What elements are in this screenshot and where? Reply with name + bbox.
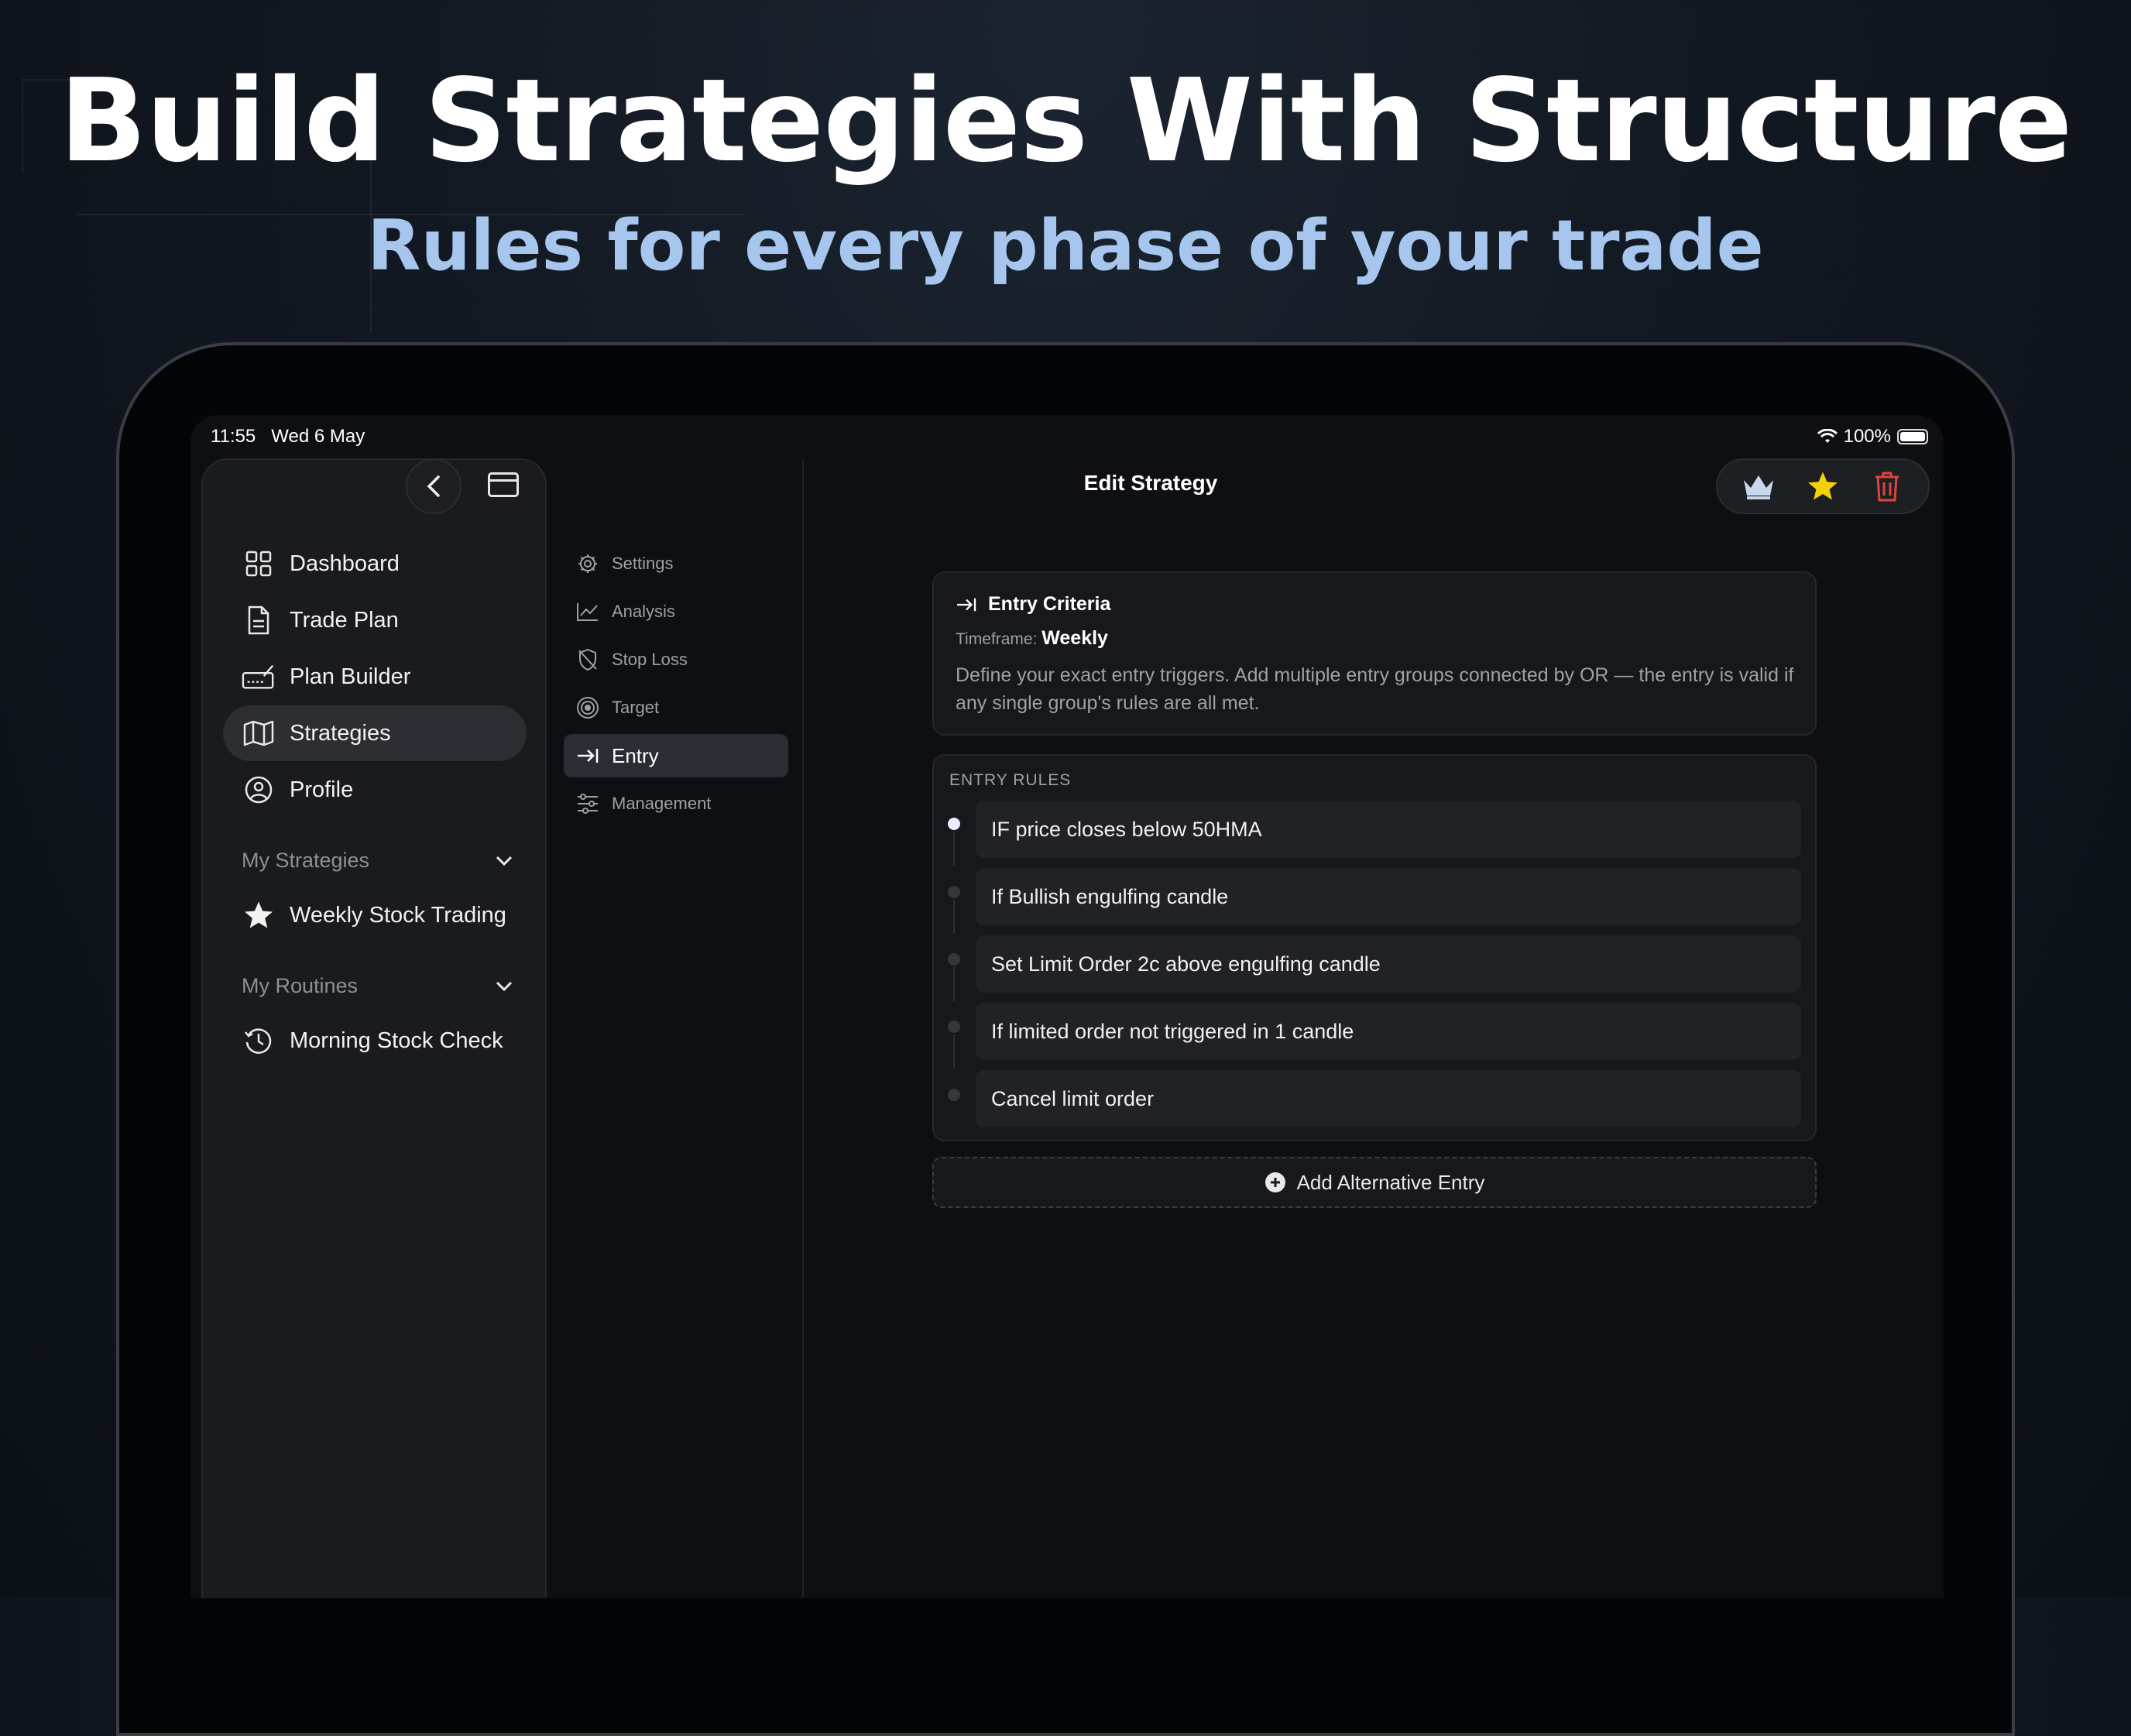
tab-analysis[interactable]: Analysis — [564, 590, 788, 633]
grid-icon — [242, 547, 276, 581]
rule-row[interactable]: If limited order not triggered in 1 cand… — [976, 1003, 1801, 1060]
section-heading: My Strategies — [242, 849, 370, 872]
rule-bullet — [948, 953, 960, 966]
document-icon — [242, 603, 276, 637]
wifi-icon — [1817, 429, 1838, 443]
sidebar-item-morning-stock-check[interactable]: Morning Stock Check — [223, 1013, 527, 1069]
tab-stop-loss[interactable]: Stop Loss — [564, 638, 788, 681]
rule-row[interactable]: If Bullish engulfing candle — [976, 868, 1801, 925]
sidebar: Dashboard Trade Plan Plan Builder Strate… — [201, 458, 547, 1598]
rule-connector — [953, 900, 955, 934]
action-bar — [1716, 458, 1930, 514]
my-routines-header[interactable]: My Routines — [242, 974, 513, 998]
star-icon — [1808, 472, 1838, 500]
section-heading: My Routines — [242, 974, 359, 997]
tab-label: Target — [612, 698, 660, 717]
person-circle-icon — [242, 773, 276, 807]
chevron-down-icon — [496, 981, 513, 991]
entry-rules-card: ENTRY RULES IF price closes below 50HMA … — [932, 754, 1817, 1141]
arrow-right-to-line-icon — [957, 598, 976, 611]
rule-connector — [953, 967, 955, 1001]
sidebar-item-label: Dashboard — [290, 551, 400, 576]
sidebar-item-label: Plan Builder — [290, 664, 411, 689]
status-date: Wed 6 May — [271, 426, 365, 447]
page-title: Edit Strategy — [1083, 471, 1218, 495]
chart-line-icon — [575, 599, 601, 625]
back-button[interactable] — [406, 458, 462, 514]
rule-row[interactable]: Cancel limit order — [976, 1070, 1801, 1127]
criteria-title: Entry Criteria — [988, 593, 1111, 615]
history-icon — [242, 1024, 276, 1058]
timeframe-value: Weekly — [1041, 627, 1108, 649]
sidebar-item-trade-plan[interactable]: Trade Plan — [223, 592, 527, 648]
tablet-screen: 11:55 Wed 6 May 100% Dashboard Trade Pla… — [190, 415, 1944, 1598]
entry-criteria-card: Entry Criteria Timeframe: Weekly Define … — [932, 571, 1817, 736]
chevron-left-icon — [427, 475, 440, 497]
headline: Build Strategies With Structure — [59, 54, 2073, 187]
sidebar-item-label: Strategies — [290, 720, 391, 746]
rule-connector — [953, 832, 955, 866]
battery-percent: 100% — [1843, 426, 1891, 447]
add-alternative-entry-button[interactable]: Add Alternative Entry — [932, 1157, 1817, 1208]
delete-button[interactable] — [1865, 465, 1909, 508]
gear-icon — [575, 551, 601, 577]
tab-settings[interactable]: Settings — [564, 542, 788, 585]
subheadline: Rules for every phase of your trade — [367, 205, 1764, 286]
rule-connector — [953, 1034, 955, 1069]
tab-management[interactable]: Management — [564, 782, 788, 825]
signature-icon — [242, 660, 276, 694]
tab-label: Management — [612, 794, 712, 813]
criteria-description: Define your exact entry triggers. Add mu… — [956, 664, 1794, 714]
rule-row[interactable]: Set Limit Order 2c above engulfing candl… — [976, 935, 1801, 993]
chevron-down-icon — [496, 856, 513, 866]
favorite-button[interactable] — [1801, 465, 1844, 508]
sidebar-item-weekly-stock-trading[interactable]: Weekly Stock Trading — [223, 887, 527, 943]
rule-row[interactable]: IF price closes below 50HMA — [976, 801, 1801, 858]
map-icon — [242, 716, 276, 750]
rule-bullet — [948, 1021, 960, 1033]
shield-slash-icon — [575, 647, 601, 673]
sidebar-item-strategies[interactable]: Strategies — [223, 705, 527, 761]
sidebar-item-label: Morning Stock Check — [290, 1028, 503, 1053]
status-time: 11:55 — [211, 426, 256, 447]
rule-bullet — [948, 886, 960, 898]
sidebar-item-label: Profile — [290, 777, 354, 802]
target-icon — [575, 695, 601, 721]
crown-button[interactable] — [1737, 465, 1780, 508]
plus-circle-icon — [1265, 1172, 1285, 1192]
sidebar-toggle-icon[interactable] — [488, 472, 519, 497]
rule-bullet — [948, 818, 960, 830]
star-icon — [242, 898, 276, 932]
tab-label: Analysis — [612, 602, 675, 621]
battery-icon — [1897, 429, 1928, 444]
sidebar-item-label: Trade Plan — [290, 607, 399, 633]
sliders-icon — [575, 791, 601, 817]
add-entry-label: Add Alternative Entry — [1296, 1170, 1485, 1194]
rules-label: ENTRY RULES — [949, 771, 1072, 789]
sidebar-item-label: Weekly Stock Trading — [290, 902, 506, 928]
sidebar-item-profile[interactable]: Profile — [223, 762, 527, 818]
tab-target[interactable]: Target — [564, 686, 788, 729]
arrow-right-to-line-icon — [575, 743, 601, 769]
timeframe: Timeframe: Weekly — [956, 627, 1108, 650]
sidebar-item-dashboard[interactable]: Dashboard — [223, 536, 527, 592]
timeframe-label: Timeframe: — [956, 630, 1038, 648]
rule-bullet — [948, 1089, 960, 1101]
status-bar: 11:55 Wed 6 May 100% — [190, 415, 1944, 458]
trash-icon — [1875, 472, 1899, 502]
tab-label: Stop Loss — [612, 650, 688, 669]
sidebar-item-plan-builder[interactable]: Plan Builder — [223, 649, 527, 705]
tab-entry[interactable]: Entry — [564, 734, 788, 777]
crown-icon — [1744, 475, 1774, 499]
tab-label: Entry — [612, 743, 659, 767]
tab-label: Settings — [612, 554, 674, 573]
my-strategies-header[interactable]: My Strategies — [242, 849, 513, 873]
